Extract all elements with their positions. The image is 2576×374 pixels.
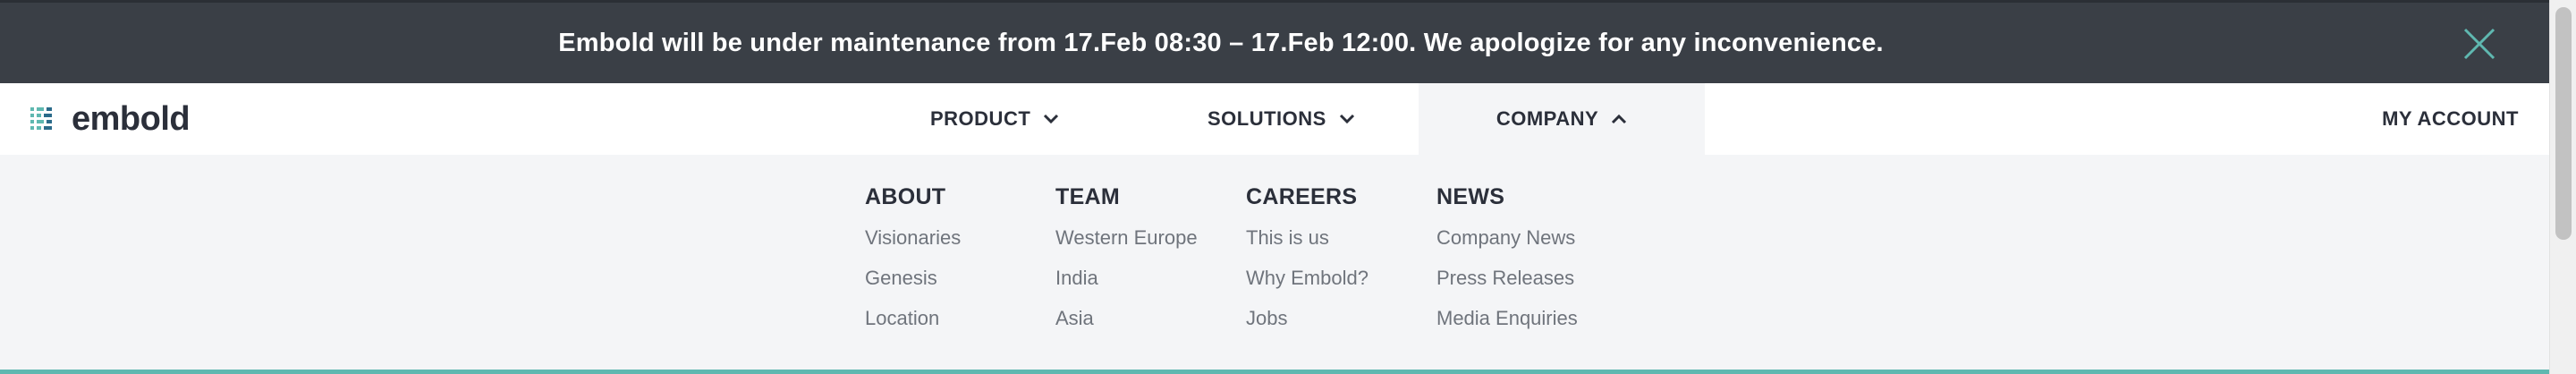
nav-solutions-label: SOLUTIONS (1208, 107, 1326, 130)
menu-link-asia[interactable]: Asia (1055, 298, 1198, 338)
scrollbar-thumb[interactable] (2555, 7, 2572, 240)
menu-link-company-news[interactable]: Company News (1436, 217, 1578, 258)
menu-link-jobs[interactable]: Jobs (1246, 298, 1368, 338)
site-header: embold PRODUCT SOLUTIONS COMPANY MY ACCO… (0, 83, 2549, 155)
menu-link-location[interactable]: Location (865, 298, 961, 338)
nav-solutions[interactable]: SOLUTIONS (1208, 83, 1368, 155)
chevron-down-icon (1044, 114, 1059, 124)
my-account-link[interactable]: MY ACCOUNT (2382, 83, 2519, 155)
column-title[interactable]: NEWS (1436, 182, 1578, 212)
menu-link-why-embold[interactable]: Why Embold? (1246, 258, 1368, 298)
nav-company-label: COMPANY (1496, 107, 1599, 130)
menu-column-news: NEWS Company News Press Releases Media E… (1436, 182, 1578, 338)
embold-logo-icon (30, 107, 52, 130)
chevron-down-icon (1339, 114, 1354, 124)
page-scrollbar[interactable] (2549, 0, 2576, 374)
maintenance-banner: Embold will be under maintenance from 17… (0, 0, 2549, 83)
column-title[interactable]: TEAM (1055, 182, 1198, 212)
menu-bottom-border (0, 370, 2549, 374)
logo-text: embold (72, 99, 191, 138)
menu-link-genesis[interactable]: Genesis (865, 258, 961, 298)
menu-column-about: ABOUT Visionaries Genesis Location (865, 182, 961, 338)
menu-link-india[interactable]: India (1055, 258, 1198, 298)
menu-column-careers: CAREERS This is us Why Embold? Jobs (1246, 182, 1368, 338)
menu-link-media-enquiries[interactable]: Media Enquiries (1436, 298, 1578, 338)
company-mega-menu: ABOUT Visionaries Genesis Location TEAM … (0, 155, 2549, 370)
menu-link-visionaries[interactable]: Visionaries (865, 217, 961, 258)
maintenance-message: Embold will be under maintenance from 17… (558, 28, 1884, 57)
close-icon[interactable] (2462, 26, 2497, 62)
nav-product-label: PRODUCT (930, 107, 1031, 130)
nav-company[interactable]: COMPANY (1419, 83, 1705, 155)
menu-column-team: TEAM Western Europe India Asia (1055, 182, 1198, 338)
nav-product[interactable]: PRODUCT (930, 83, 1082, 155)
logo[interactable]: embold (30, 100, 191, 138)
menu-link-this-is-us[interactable]: This is us (1246, 217, 1368, 258)
menu-link-western-europe[interactable]: Western Europe (1055, 217, 1198, 258)
column-title[interactable]: CAREERS (1246, 182, 1368, 212)
chevron-up-icon (1612, 114, 1627, 124)
menu-link-press-releases[interactable]: Press Releases (1436, 258, 1578, 298)
column-title[interactable]: ABOUT (865, 182, 961, 212)
